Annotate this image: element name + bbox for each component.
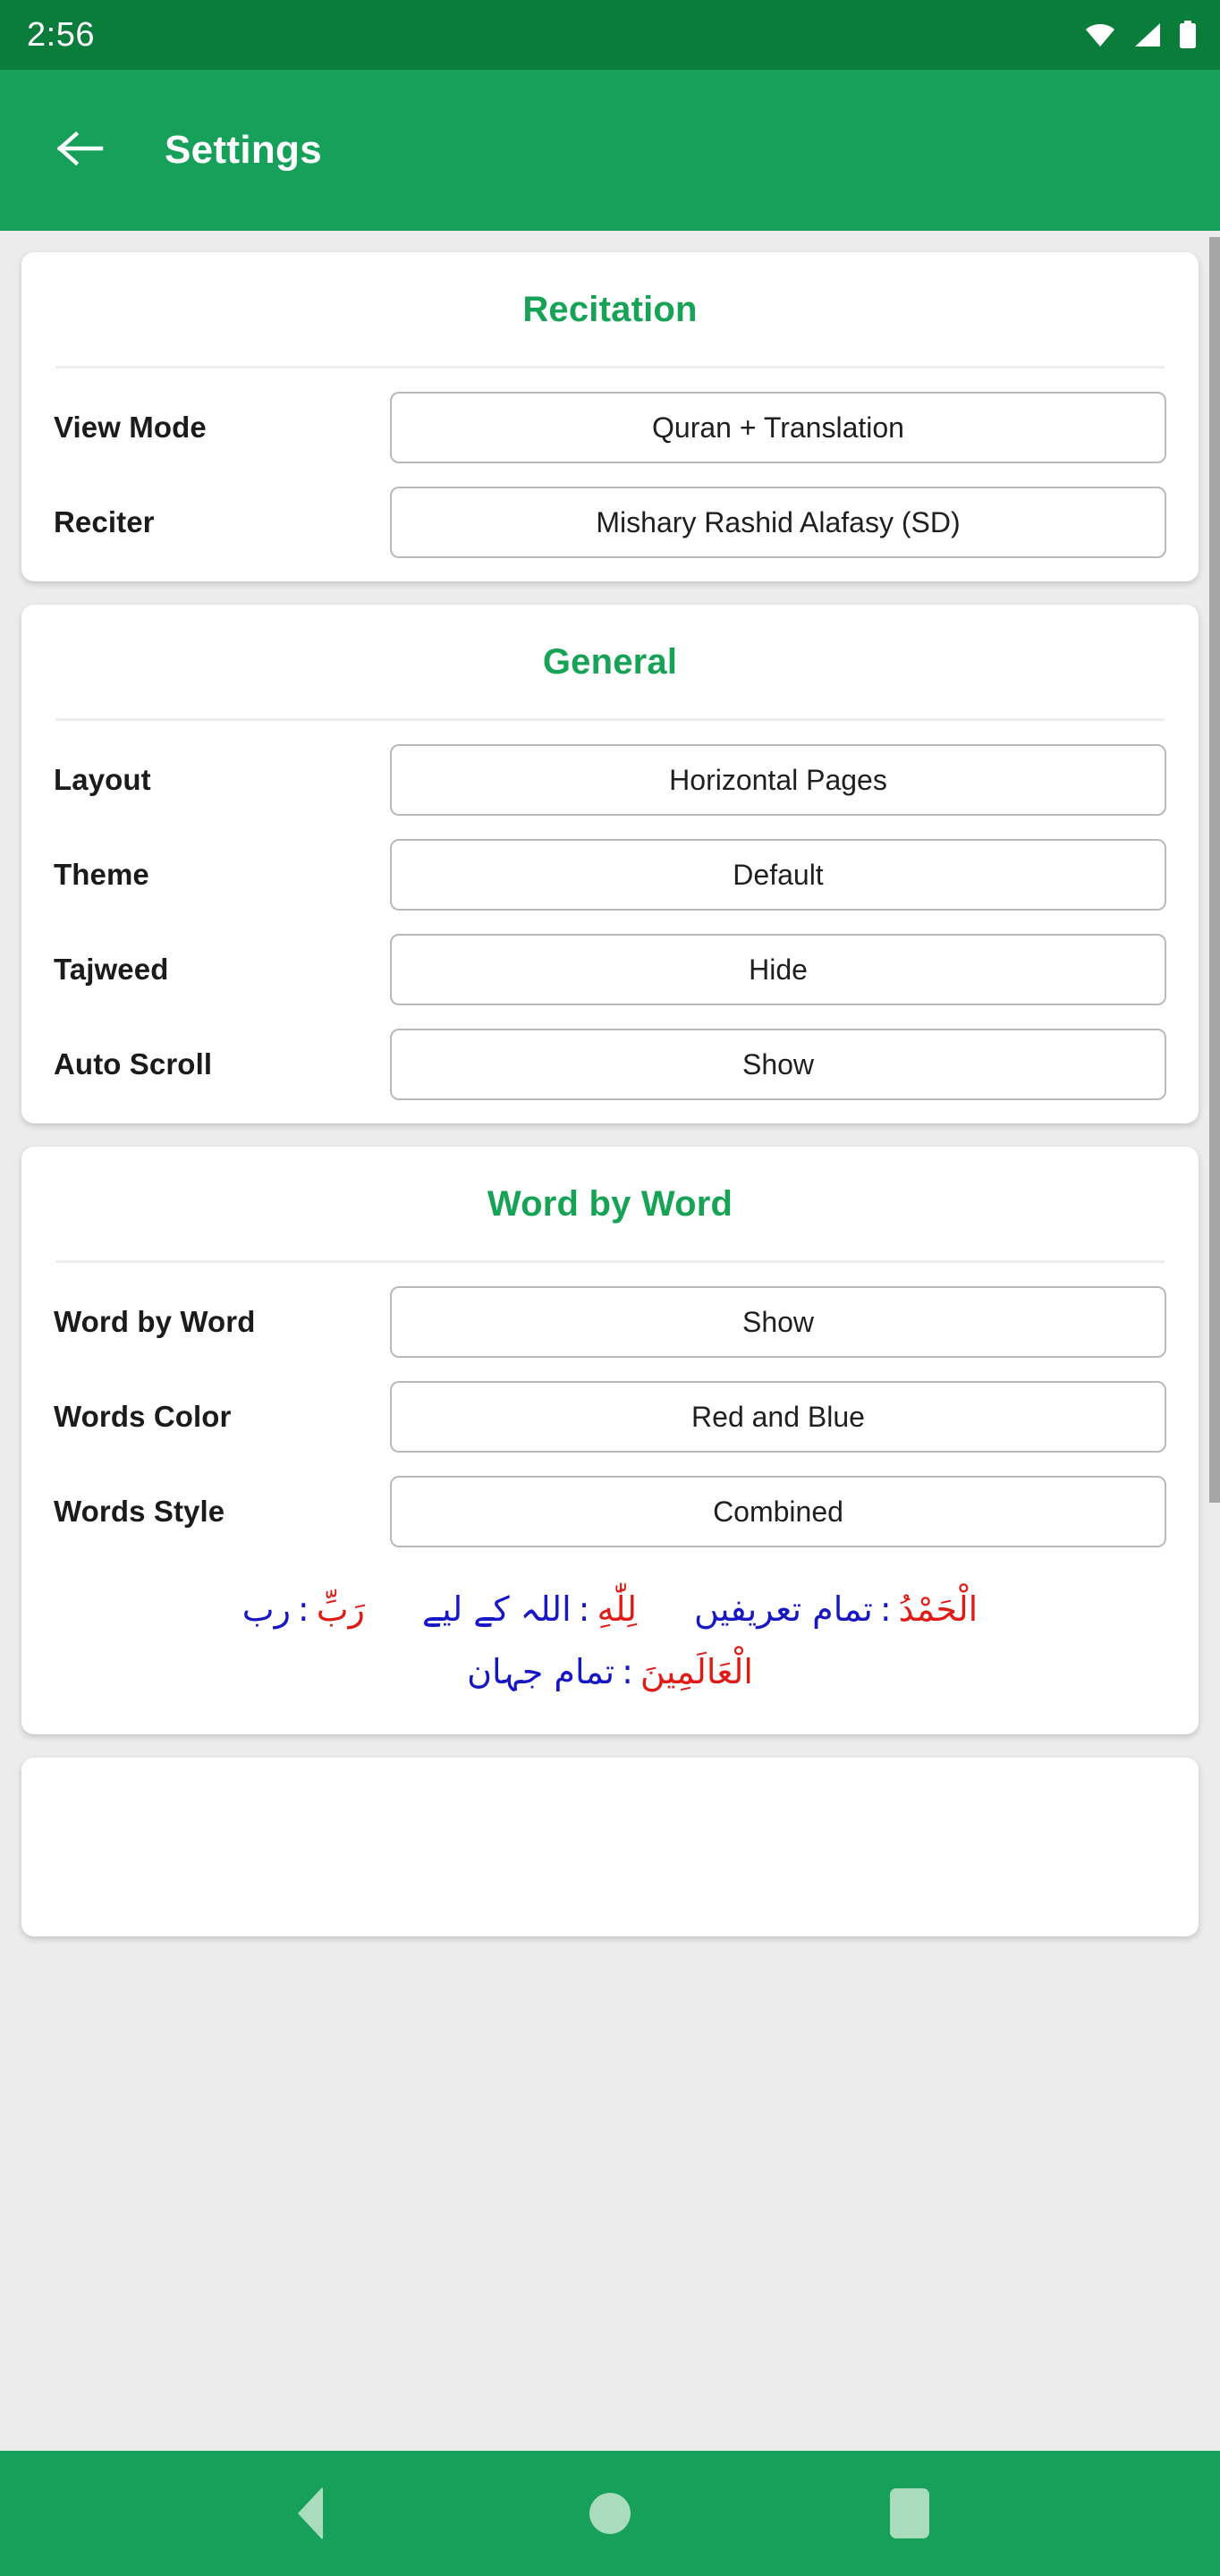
setting-label-auto-scroll: Auto Scroll	[54, 1047, 213, 1080]
setting-value-words-style[interactable]: Combined	[390, 1476, 1166, 1547]
setting-row-tajweed: Tajweed Hide	[21, 911, 1199, 1005]
setting-value-words-color[interactable]: Red and Blue	[390, 1381, 1166, 1453]
setting-label-theme: Theme	[54, 858, 149, 891]
word-urdu: تمام جہان	[467, 1652, 615, 1692]
setting-row-reciter: Reciter Mishary Rashid Alafasy (SD)	[21, 463, 1199, 558]
setting-label-word-by-word: Word by Word	[54, 1305, 256, 1338]
card-word-by-word: Word by Word Word by Word Show Words Col…	[21, 1147, 1199, 1734]
setting-value-layout[interactable]: Horizontal Pages	[390, 744, 1166, 816]
setting-label-view-mode: View Mode	[54, 411, 207, 444]
arrow-left-icon	[56, 127, 106, 174]
scrollbar-thumb[interactable]	[1209, 237, 1220, 1503]
setting-value-auto-scroll[interactable]: Show	[390, 1029, 1166, 1100]
setting-label-reciter: Reciter	[54, 505, 155, 538]
setting-label-layout: Layout	[54, 763, 151, 796]
system-navigation-bar	[0, 2451, 1220, 2576]
setting-row-words-color: Words Color Red and Blue	[21, 1358, 1199, 1453]
word-arabic: الْحَمْدُ	[898, 1589, 979, 1629]
setting-row-word-by-word: Word by Word Show	[21, 1263, 1199, 1358]
back-navigation-button[interactable]	[43, 112, 120, 189]
setting-label-tajweed: Tajweed	[54, 953, 169, 986]
word-pair: لِلّٰهِ:اللہ کے لیے	[422, 1578, 637, 1640]
word-urdu: اللہ کے لیے	[421, 1589, 572, 1629]
card-recitation: Recitation View Mode Quran + Translation…	[21, 252, 1199, 581]
card-general: General Layout Horizontal Pages Theme De…	[21, 605, 1199, 1123]
card-title-recitation: Recitation	[522, 290, 698, 329]
settings-screen: 2:56 Settings Recitation View Mode Quran…	[0, 0, 1220, 2576]
card-title-general: General	[542, 642, 678, 682]
setting-label-words-style: Words Style	[54, 1495, 225, 1528]
card-next-section	[21, 1757, 1199, 1936]
triangle-back-icon	[298, 2487, 324, 2540]
word-pair: الْعَالَمِينَ:تمام جہان	[467, 1640, 753, 1703]
setting-row-words-style: Words Style Combined	[21, 1453, 1199, 1547]
word-separator: :	[879, 1589, 892, 1629]
word-arabic: لِلّٰهِ	[597, 1589, 638, 1629]
cellular-signal-icon	[1134, 22, 1161, 47]
setting-row-view-mode: View Mode Quran + Translation	[21, 369, 1199, 463]
setting-value-tajweed[interactable]: Hide	[390, 934, 1166, 1005]
back-button[interactable]	[261, 2464, 360, 2563]
page-title: Settings	[165, 128, 322, 172]
word-urdu: رب	[241, 1589, 291, 1629]
status-clock: 2:56	[27, 16, 95, 54]
scrollbar-track[interactable]	[1209, 237, 1220, 2451]
status-icon-group	[1084, 21, 1197, 49]
setting-value-reciter[interactable]: Mishary Rashid Alafasy (SD)	[390, 487, 1166, 558]
word-by-word-preview-line-1: الْحَمْدُ:تمام تعریفیں لِلّٰهِ:اللہ کے ل…	[52, 1578, 1168, 1640]
battery-icon	[1179, 21, 1197, 49]
word-separator: :	[578, 1589, 590, 1629]
card-title-word-by-word: Word by Word	[487, 1184, 733, 1224]
word-by-word-preview: الْحَمْدُ:تمام تعریفیں لِلّٰهِ:اللہ کے ل…	[21, 1547, 1199, 1711]
settings-scroll-content[interactable]: Recitation View Mode Quran + Translation…	[0, 231, 1220, 2576]
word-separator: :	[622, 1652, 633, 1692]
setting-label-words-color: Words Color	[54, 1400, 232, 1433]
setting-row-theme: Theme Default	[21, 816, 1199, 911]
recents-button[interactable]	[860, 2464, 959, 2563]
word-urdu: تمام تعریفیں	[694, 1589, 873, 1629]
setting-value-word-by-word[interactable]: Show	[390, 1286, 1166, 1358]
word-pair: الْحَمْدُ:تمام تعریفیں	[694, 1578, 978, 1640]
setting-row-auto-scroll: Auto Scroll Show	[21, 1005, 1199, 1100]
word-by-word-preview-line-2: الْعَالَمِينَ:تمام جہان	[52, 1640, 1168, 1703]
word-separator: :	[297, 1589, 309, 1629]
setting-value-theme[interactable]: Default	[390, 839, 1166, 911]
status-bar: 2:56	[0, 0, 1220, 70]
setting-row-layout: Layout Horizontal Pages	[21, 721, 1199, 816]
square-recents-icon	[889, 2488, 929, 2538]
setting-value-view-mode[interactable]: Quran + Translation	[390, 392, 1166, 463]
circle-home-icon	[589, 2493, 631, 2534]
word-arabic: الْعَالَمِينَ	[640, 1652, 753, 1692]
word-arabic: رَبِّ	[316, 1589, 365, 1629]
wifi-icon	[1084, 22, 1116, 47]
app-bar: Settings	[0, 70, 1220, 231]
home-button[interactable]	[561, 2464, 659, 2563]
word-pair: رَبِّ:رب	[242, 1578, 365, 1640]
